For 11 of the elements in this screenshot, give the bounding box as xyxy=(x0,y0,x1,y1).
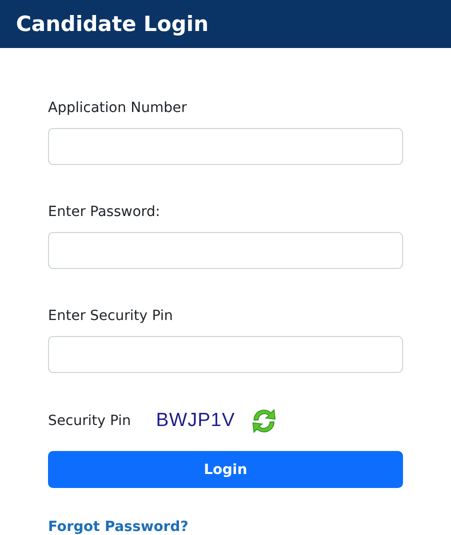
captcha-code: BWJP1V xyxy=(156,410,236,432)
field-label: Application Number xyxy=(48,99,188,118)
forgot-password-link[interactable]: Forgot Password? xyxy=(48,519,188,535)
captcha-label: Security Pin xyxy=(48,413,132,429)
input-field[interactable] xyxy=(48,232,403,269)
field-label: Enter Password: xyxy=(48,203,162,222)
login-button[interactable]: Login xyxy=(48,451,403,488)
field-label: Enter Security Pin xyxy=(48,307,174,326)
page-title: Candidate Login xyxy=(16,12,209,36)
input-field[interactable] xyxy=(48,128,403,165)
input-field[interactable] xyxy=(48,336,403,373)
